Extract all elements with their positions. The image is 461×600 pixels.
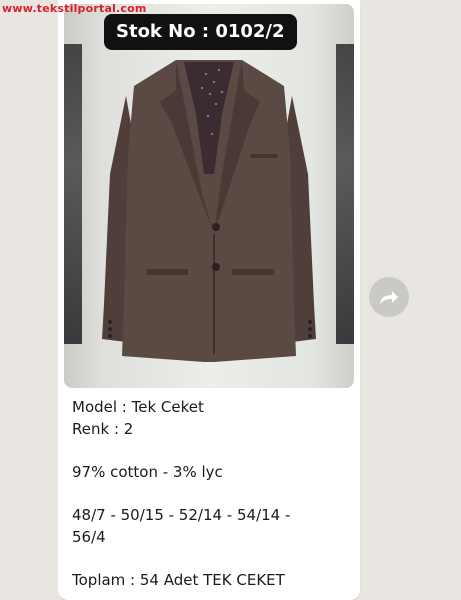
- model-line: Model : Tek Ceket: [72, 398, 204, 416]
- stock-number-badge: Stok No : 0102/2: [104, 14, 297, 50]
- forward-arrow-icon: [380, 291, 398, 304]
- product-photo[interactable]: Stok No : 0102/2: [64, 4, 354, 388]
- fabric-line: 97% cotton - 3% lyc: [72, 463, 223, 481]
- jacket-illustration: [102, 25, 316, 362]
- sizes-line-1: 48/7 - 50/15 - 52/14 - 54/14 -: [72, 506, 291, 524]
- message-caption: Model : Tek Ceket Renk : 2 97% cotton - …: [72, 396, 352, 591]
- message-bubble[interactable]: Stok No : 0102/2 Model : Tek Ceket Renk …: [58, 0, 360, 600]
- watermark-text: www.tekstilportal.com: [2, 2, 147, 15]
- total-line: Toplam : 54 Adet TEK CEKET: [72, 571, 285, 589]
- sizes-line-2: 56/4: [72, 528, 106, 546]
- forward-button[interactable]: [369, 277, 409, 317]
- color-line: Renk : 2: [72, 420, 134, 438]
